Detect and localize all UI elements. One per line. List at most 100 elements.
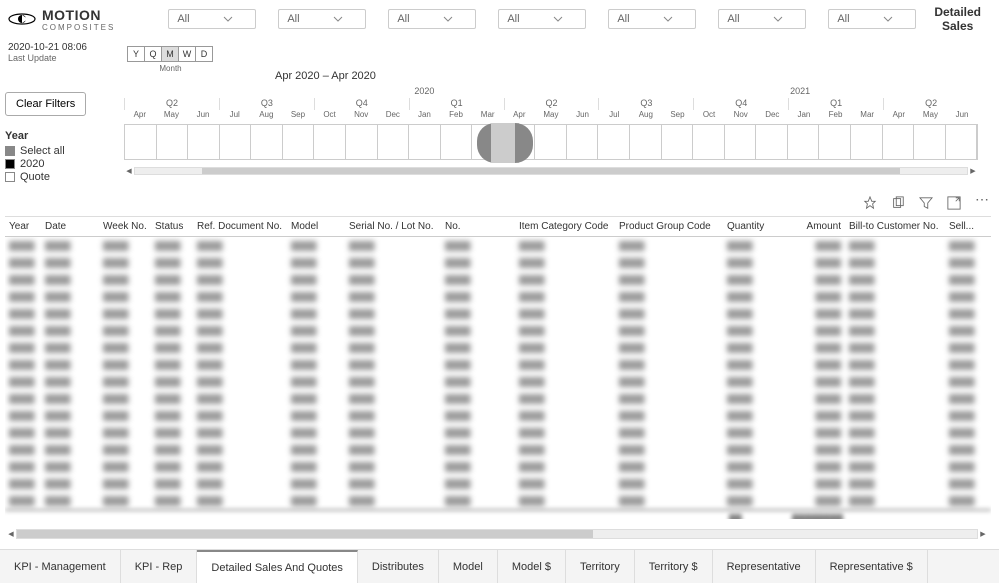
scroll-right-icon[interactable]: ▶ — [968, 166, 978, 176]
timeline-cell[interactable] — [598, 125, 630, 159]
table-row[interactable]: ████████████████████████████████████████… — [5, 424, 991, 441]
table-row[interactable]: ████████████████████████████████████████… — [5, 390, 991, 407]
clear-filters-button[interactable]: Clear Filters — [5, 92, 86, 116]
copy-icon[interactable] — [891, 196, 905, 210]
tab-kpi-rep[interactable]: KPI - Rep — [121, 550, 198, 583]
filter-dropdown-4[interactable]: All — [608, 9, 696, 29]
tab-model-[interactable]: Model $ — [498, 550, 566, 583]
time-grain-Q[interactable]: Q — [144, 46, 162, 62]
table-row[interactable]: ████████████████████████████████████████… — [5, 339, 991, 356]
time-grain-D[interactable]: D — [195, 46, 213, 62]
timeline-cell[interactable] — [946, 125, 978, 159]
timeline-cell[interactable] — [157, 125, 189, 159]
table-row[interactable]: ████████████████████████████████████████… — [5, 356, 991, 373]
column-header[interactable]: Date — [41, 221, 99, 232]
timeline-handle[interactable] — [477, 123, 533, 163]
table-row[interactable]: ████████████████████████████████████████… — [5, 492, 991, 509]
column-header[interactable]: Status — [151, 221, 193, 232]
timeline-handle-right[interactable] — [515, 123, 533, 163]
table-row[interactable]: ████████████████████████████████████████… — [5, 322, 991, 339]
table-row[interactable]: ████████████████████████████████████████… — [5, 237, 991, 254]
timeline-cell[interactable] — [188, 125, 220, 159]
tab-territory-[interactable]: Territory $ — [635, 550, 713, 583]
grid-scroll-left-icon[interactable]: ◀ — [6, 529, 16, 539]
table-row[interactable]: ████████████████████████████████████████… — [5, 407, 991, 424]
timeline-slicer[interactable]: 20202021 Q2Q3Q4Q1Q2Q3Q4Q1Q2 AprMayJunJul… — [124, 86, 978, 176]
grid-scroll-right-icon[interactable]: ▶ — [978, 529, 988, 539]
timeline-scrollbar[interactable]: ◀ ▶ — [124, 166, 978, 176]
timeline-cell[interactable] — [314, 125, 346, 159]
filter-dropdown-2[interactable]: All — [388, 9, 476, 29]
scroll-left-icon[interactable]: ◀ — [124, 166, 134, 176]
table-row[interactable]: ████████████████████████████████████████… — [5, 475, 991, 492]
filter-dropdown-6[interactable]: All — [828, 9, 916, 29]
timeline-cell[interactable] — [725, 125, 757, 159]
table-row[interactable]: ████████████████████████████████████████… — [5, 288, 991, 305]
tab-distributes[interactable]: Distributes — [358, 550, 439, 583]
timeline-scroll-thumb[interactable] — [202, 168, 901, 174]
column-header[interactable]: Bill-to Customer No. — [845, 221, 945, 232]
timeline-cell[interactable] — [125, 125, 157, 159]
filter-dropdown-3[interactable]: All — [498, 9, 586, 29]
time-grain-W[interactable]: W — [178, 46, 196, 62]
table-row[interactable]: ████████████████████████████████████████… — [5, 305, 991, 322]
table-row[interactable]: ████████████████████████████████████████… — [5, 373, 991, 390]
column-header[interactable]: Amount — [773, 221, 845, 232]
data-grid[interactable]: YearDateWeek No.StatusRef. Document No.M… — [5, 216, 991, 542]
timeline-cell[interactable] — [220, 125, 252, 159]
filter-icon[interactable] — [919, 196, 933, 210]
timeline-cell[interactable] — [851, 125, 883, 159]
grid-scroll-thumb[interactable] — [17, 530, 593, 538]
timeline-cell[interactable] — [819, 125, 851, 159]
column-header[interactable]: Model — [287, 221, 345, 232]
table-row[interactable]: ████████████████████████████████████████… — [5, 254, 991, 271]
year-item-2020[interactable]: 2020 — [5, 158, 117, 170]
year-select-all[interactable]: Select all — [5, 145, 117, 157]
timeline-cell[interactable] — [630, 125, 662, 159]
column-header[interactable]: Item Category Code — [515, 221, 615, 232]
timeline-cell[interactable] — [346, 125, 378, 159]
timeline-cell[interactable] — [409, 125, 441, 159]
grid-scrollbar[interactable]: ◀ ▶ — [6, 529, 988, 539]
column-header[interactable]: Year — [5, 221, 41, 232]
filter-dropdown-0[interactable]: All — [168, 9, 256, 29]
more-options-icon[interactable]: ⋯ — [975, 196, 989, 210]
column-header[interactable]: No. — [441, 221, 515, 232]
timeline-cell[interactable] — [251, 125, 283, 159]
time-grain-Y[interactable]: Y — [127, 46, 145, 62]
timeline-cell[interactable] — [662, 125, 694, 159]
focus-mode-icon[interactable] — [947, 196, 961, 210]
table-row[interactable]: ████████████████████████████████████████… — [5, 441, 991, 458]
timeline-cell[interactable] — [283, 125, 315, 159]
column-header[interactable]: Ref. Document No. — [193, 221, 287, 232]
column-header[interactable]: Sell... — [945, 221, 975, 232]
column-header[interactable]: Product Group Code — [615, 221, 723, 232]
tab-model[interactable]: Model — [439, 550, 498, 583]
column-header[interactable]: Serial No. / Lot No. — [345, 221, 441, 232]
filter-dropdown-1[interactable]: All — [278, 9, 366, 29]
timeline-cell[interactable] — [441, 125, 473, 159]
time-grain-picker[interactable]: YQMWD — [128, 46, 213, 62]
timeline-cell[interactable] — [693, 125, 725, 159]
tab-representative[interactable]: Representative — [713, 550, 816, 583]
tab-representative-[interactable]: Representative $ — [816, 550, 928, 583]
timeline-cell[interactable] — [378, 125, 410, 159]
column-header[interactable]: Quantity — [723, 221, 773, 232]
logo-main: MOTION — [42, 7, 101, 23]
tab-kpi-management[interactable]: KPI - Management — [0, 550, 121, 583]
filter-dropdown-5[interactable]: All — [718, 9, 806, 29]
time-grain-M[interactable]: M — [161, 46, 179, 62]
timeline-cell[interactable] — [756, 125, 788, 159]
column-header[interactable]: Week No. — [99, 221, 151, 232]
timeline-cell[interactable] — [535, 125, 567, 159]
quote-toggle[interactable]: Quote — [5, 171, 117, 183]
tab-territory[interactable]: Territory — [566, 550, 635, 583]
timeline-cell[interactable] — [567, 125, 599, 159]
tab-detailed-sales-and-quotes[interactable]: Detailed Sales And Quotes — [197, 550, 357, 583]
timeline-cell[interactable] — [788, 125, 820, 159]
table-row[interactable]: ████████████████████████████████████████… — [5, 271, 991, 288]
timeline-cell[interactable] — [883, 125, 915, 159]
timeline-cell[interactable] — [914, 125, 946, 159]
table-row[interactable]: ████████████████████████████████████████… — [5, 458, 991, 475]
pin-icon[interactable] — [863, 196, 877, 210]
